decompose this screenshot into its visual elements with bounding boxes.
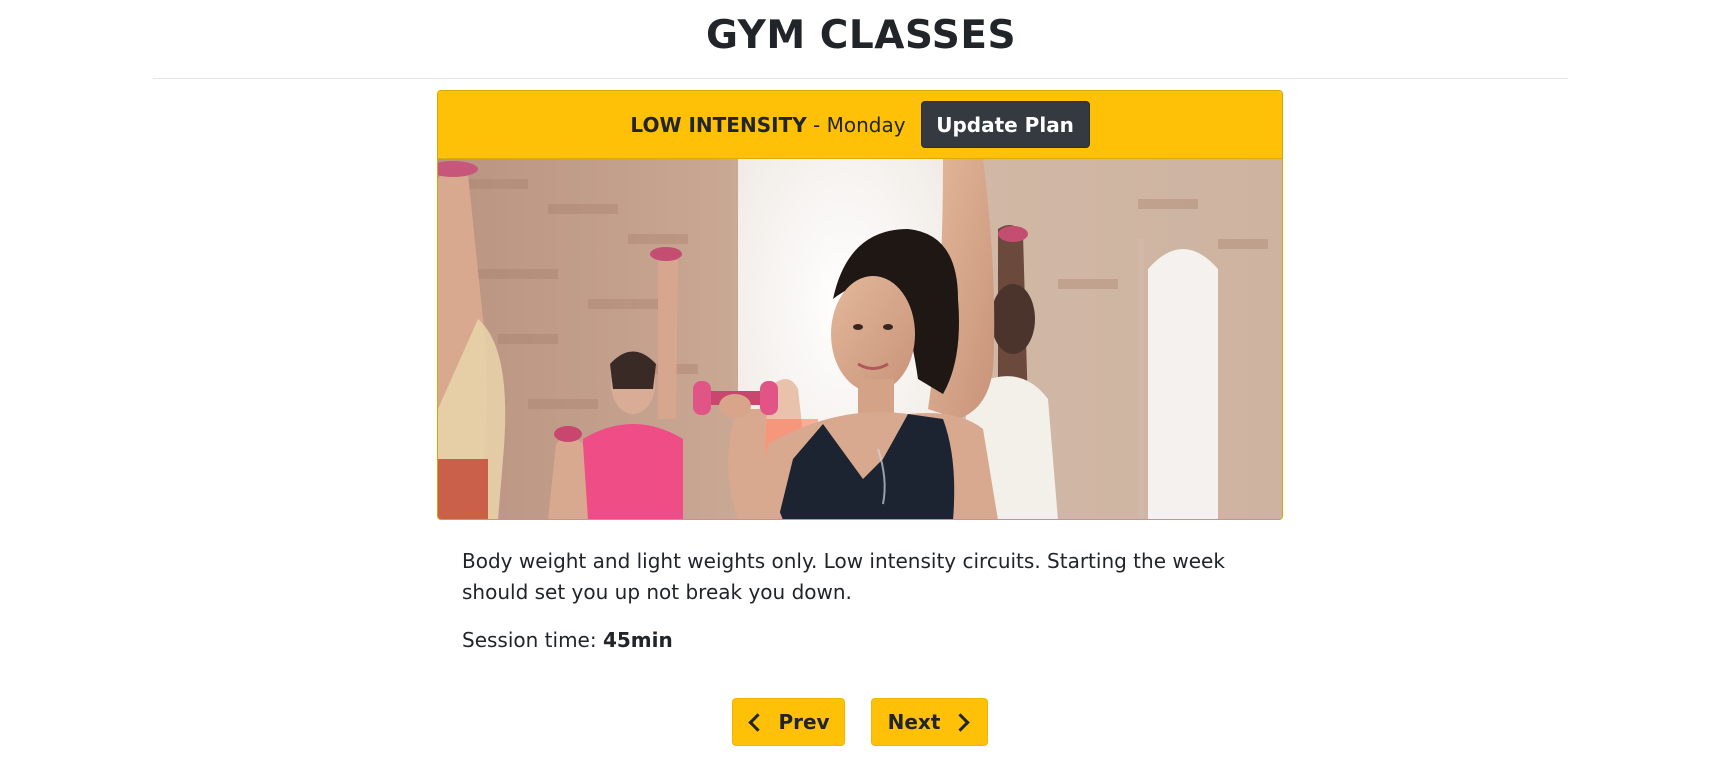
title-divider (153, 78, 1568, 79)
intensity-label: LOW INTENSITY (630, 112, 807, 137)
prev-button[interactable]: Prev (732, 698, 845, 746)
session-time-label: Session time: (462, 628, 603, 652)
page-title: GYM CLASSES (705, 13, 1017, 58)
next-label: Next (887, 710, 941, 734)
heading-separator: - (806, 112, 827, 137)
day-label: Monday (826, 112, 906, 137)
class-heading: LOW INTENSITY - Monday (630, 113, 905, 137)
session-time-value: 45min (602, 628, 673, 652)
card-header: LOW INTENSITY - Monday Update Plan (438, 91, 1282, 159)
class-photo (438, 159, 1282, 519)
page: GYM CLASSES LOW INTENSITY - Monday Updat… (0, 0, 1722, 765)
update-plan-button[interactable]: Update Plan (920, 101, 1090, 148)
next-button[interactable]: Next (871, 698, 988, 746)
prev-label: Prev (778, 710, 830, 734)
chevron-right-icon (951, 712, 971, 732)
session-time: Session time: 45min (462, 628, 673, 652)
class-card: LOW INTENSITY - Monday Update Plan (437, 90, 1283, 520)
class-photo-illustration (438, 159, 1282, 519)
class-description: Body weight and light weights only. Low … (462, 549, 1225, 604)
chevron-left-icon (748, 712, 768, 732)
